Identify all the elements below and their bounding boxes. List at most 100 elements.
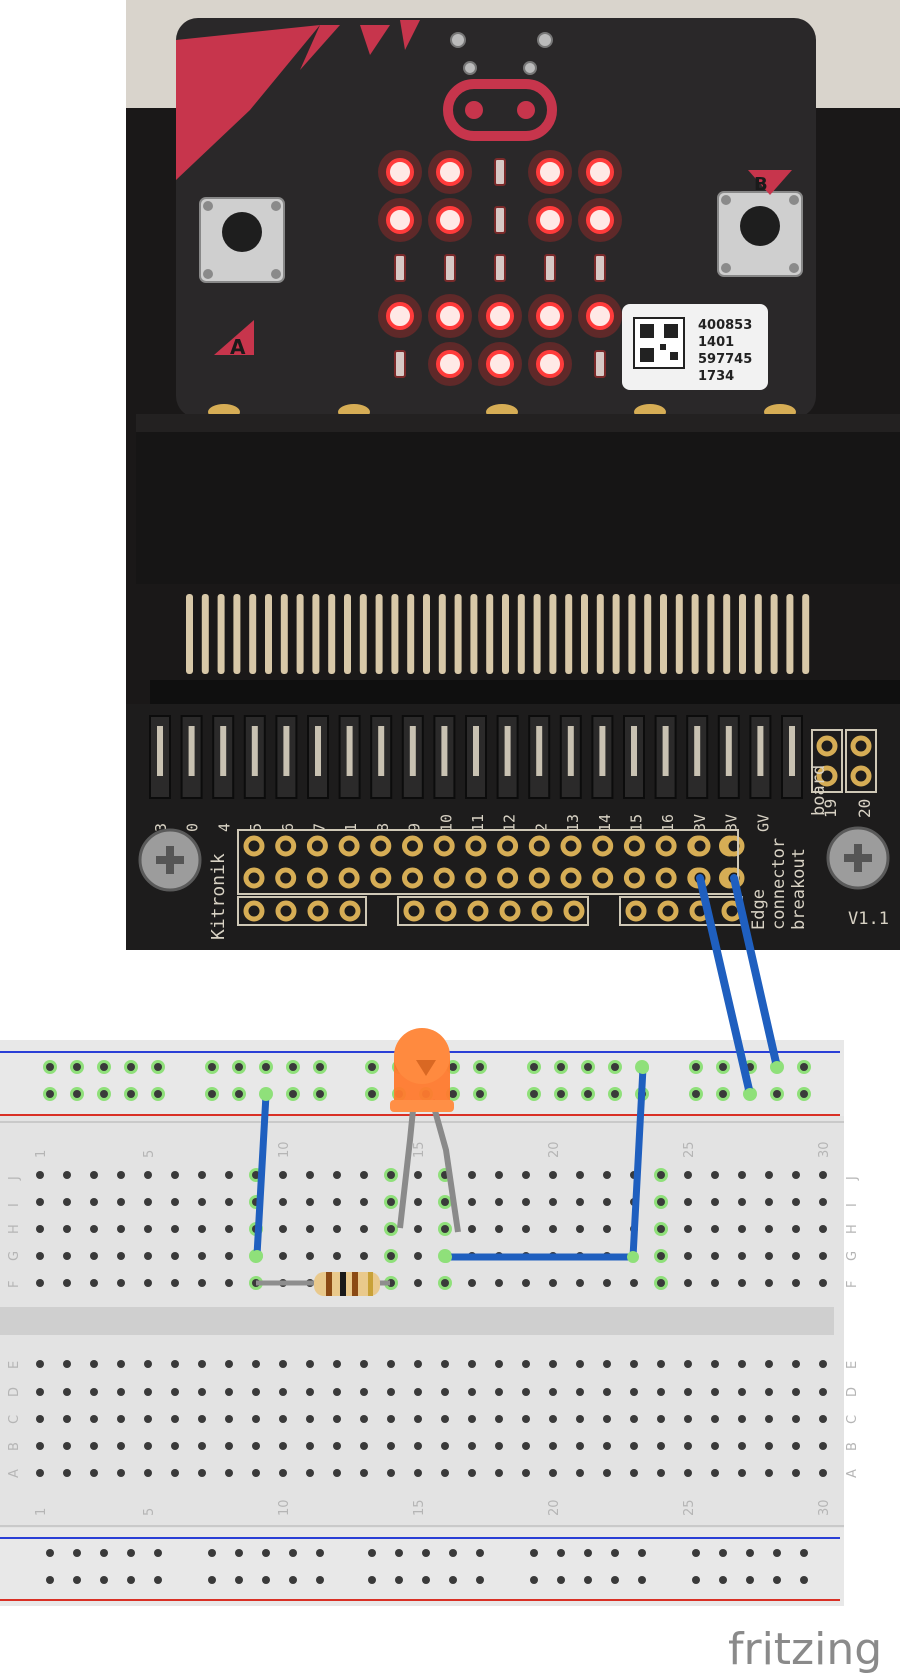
breadboard-hole[interactable] (630, 1442, 638, 1450)
breadboard-hole[interactable] (36, 1225, 44, 1233)
breadboard-hole[interactable] (630, 1279, 638, 1287)
rail-hole[interactable] (289, 1063, 297, 1071)
rail-hole[interactable] (584, 1090, 592, 1098)
rail-hole[interactable] (611, 1549, 619, 1557)
rail-hole[interactable] (100, 1549, 108, 1557)
breadboard-hole[interactable] (630, 1360, 638, 1368)
rail-hole[interactable] (476, 1063, 484, 1071)
rail-hole[interactable] (692, 1090, 700, 1098)
breadboard-hole[interactable] (711, 1198, 719, 1206)
breadboard-hole[interactable] (711, 1279, 719, 1287)
breadboard-hole[interactable] (63, 1469, 71, 1477)
breadboard-hole[interactable] (279, 1198, 287, 1206)
breadboard-hole[interactable] (306, 1252, 314, 1260)
breadboard-hole[interactable] (657, 1171, 665, 1179)
rail-hole[interactable] (773, 1549, 781, 1557)
breadboard-hole[interactable] (414, 1171, 422, 1179)
breadboard-hole[interactable] (738, 1171, 746, 1179)
breadboard-hole[interactable] (603, 1415, 611, 1423)
breadboard-hole[interactable] (171, 1198, 179, 1206)
breadboard-hole[interactable] (576, 1225, 584, 1233)
breadboard-hole[interactable] (819, 1225, 827, 1233)
breadboard-hole[interactable] (792, 1415, 800, 1423)
breadboard-hole[interactable] (117, 1388, 125, 1396)
breadboard-hole[interactable] (765, 1225, 773, 1233)
rail-hole[interactable] (638, 1549, 646, 1557)
breadboard-hole[interactable] (36, 1252, 44, 1260)
breadboard-hole[interactable] (711, 1171, 719, 1179)
breadboard-hole[interactable] (225, 1388, 233, 1396)
breadboard-hole[interactable] (117, 1225, 125, 1233)
breadboard-hole[interactable] (63, 1442, 71, 1450)
rail-hole[interactable] (692, 1576, 700, 1584)
breadboard-hole[interactable] (684, 1279, 692, 1287)
breadboard-hole[interactable] (549, 1360, 557, 1368)
breadboard-hole[interactable] (198, 1360, 206, 1368)
breadboard-hole[interactable] (522, 1279, 530, 1287)
breadboard-hole[interactable] (495, 1442, 503, 1450)
rail-hole[interactable] (692, 1549, 700, 1557)
breadboard-hole[interactable] (738, 1469, 746, 1477)
rail-hole[interactable] (262, 1549, 270, 1557)
breadboard-hole[interactable] (549, 1225, 557, 1233)
rail-hole[interactable] (73, 1576, 81, 1584)
rail-hole[interactable] (476, 1576, 484, 1584)
breadboard-hole[interactable] (684, 1360, 692, 1368)
breadboard-hole[interactable] (333, 1469, 341, 1477)
rail-hole[interactable] (154, 1063, 162, 1071)
breadboard-hole[interactable] (171, 1225, 179, 1233)
breadboard-hole[interactable] (576, 1415, 584, 1423)
breadboard-hole[interactable] (603, 1469, 611, 1477)
rail-hole[interactable] (368, 1549, 376, 1557)
breadboard-hole[interactable] (684, 1252, 692, 1260)
breadboard-hole[interactable] (387, 1388, 395, 1396)
breadboard-hole[interactable] (792, 1279, 800, 1287)
breadboard-hole[interactable] (252, 1442, 260, 1450)
breadboard-hole[interactable] (522, 1388, 530, 1396)
breadboard-hole[interactable] (387, 1225, 395, 1233)
breadboard-hole[interactable] (171, 1469, 179, 1477)
rail-hole[interactable] (46, 1063, 54, 1071)
breadboard-hole[interactable] (738, 1279, 746, 1287)
breadboard-hole[interactable] (225, 1442, 233, 1450)
breadboard-hole[interactable] (765, 1279, 773, 1287)
button-a[interactable] (199, 197, 285, 283)
breadboard-hole[interactable] (603, 1225, 611, 1233)
breadboard-hole[interactable] (36, 1279, 44, 1287)
rail-hole[interactable] (235, 1063, 243, 1071)
breadboard-hole[interactable] (576, 1279, 584, 1287)
breadboard-hole[interactable] (117, 1442, 125, 1450)
rail-hole[interactable] (530, 1090, 538, 1098)
rail-hole[interactable] (395, 1576, 403, 1584)
rail-hole[interactable] (557, 1549, 565, 1557)
rail-hole[interactable] (773, 1576, 781, 1584)
rail-hole[interactable] (611, 1090, 619, 1098)
breadboard-hole[interactable] (171, 1360, 179, 1368)
breadboard-hole[interactable] (711, 1442, 719, 1450)
breadboard-hole[interactable] (576, 1388, 584, 1396)
breadboard-hole[interactable] (144, 1225, 152, 1233)
breadboard-hole[interactable] (522, 1442, 530, 1450)
rail-hole[interactable] (449, 1549, 457, 1557)
breadboard-hole[interactable] (522, 1360, 530, 1368)
breadboard-hole[interactable] (441, 1388, 449, 1396)
breadboard-hole[interactable] (468, 1442, 476, 1450)
breadboard-hole[interactable] (117, 1469, 125, 1477)
breadboard-hole[interactable] (360, 1360, 368, 1368)
rail-hole[interactable] (719, 1090, 727, 1098)
breadboard-hole[interactable] (576, 1198, 584, 1206)
breadboard-hole[interactable] (252, 1360, 260, 1368)
breadboard-hole[interactable] (225, 1252, 233, 1260)
rail-hole[interactable] (557, 1090, 565, 1098)
rail-hole[interactable] (46, 1090, 54, 1098)
rail-hole[interactable] (800, 1090, 808, 1098)
breadboard-hole[interactable] (765, 1360, 773, 1368)
rail-hole[interactable] (449, 1576, 457, 1584)
breadboard-hole[interactable] (792, 1469, 800, 1477)
rail-hole[interactable] (611, 1576, 619, 1584)
breadboard-hole[interactable] (117, 1360, 125, 1368)
breadboard-hole[interactable] (495, 1388, 503, 1396)
breadboard-hole[interactable] (630, 1388, 638, 1396)
breadboard-hole[interactable] (603, 1198, 611, 1206)
breadboard-hole[interactable] (171, 1279, 179, 1287)
